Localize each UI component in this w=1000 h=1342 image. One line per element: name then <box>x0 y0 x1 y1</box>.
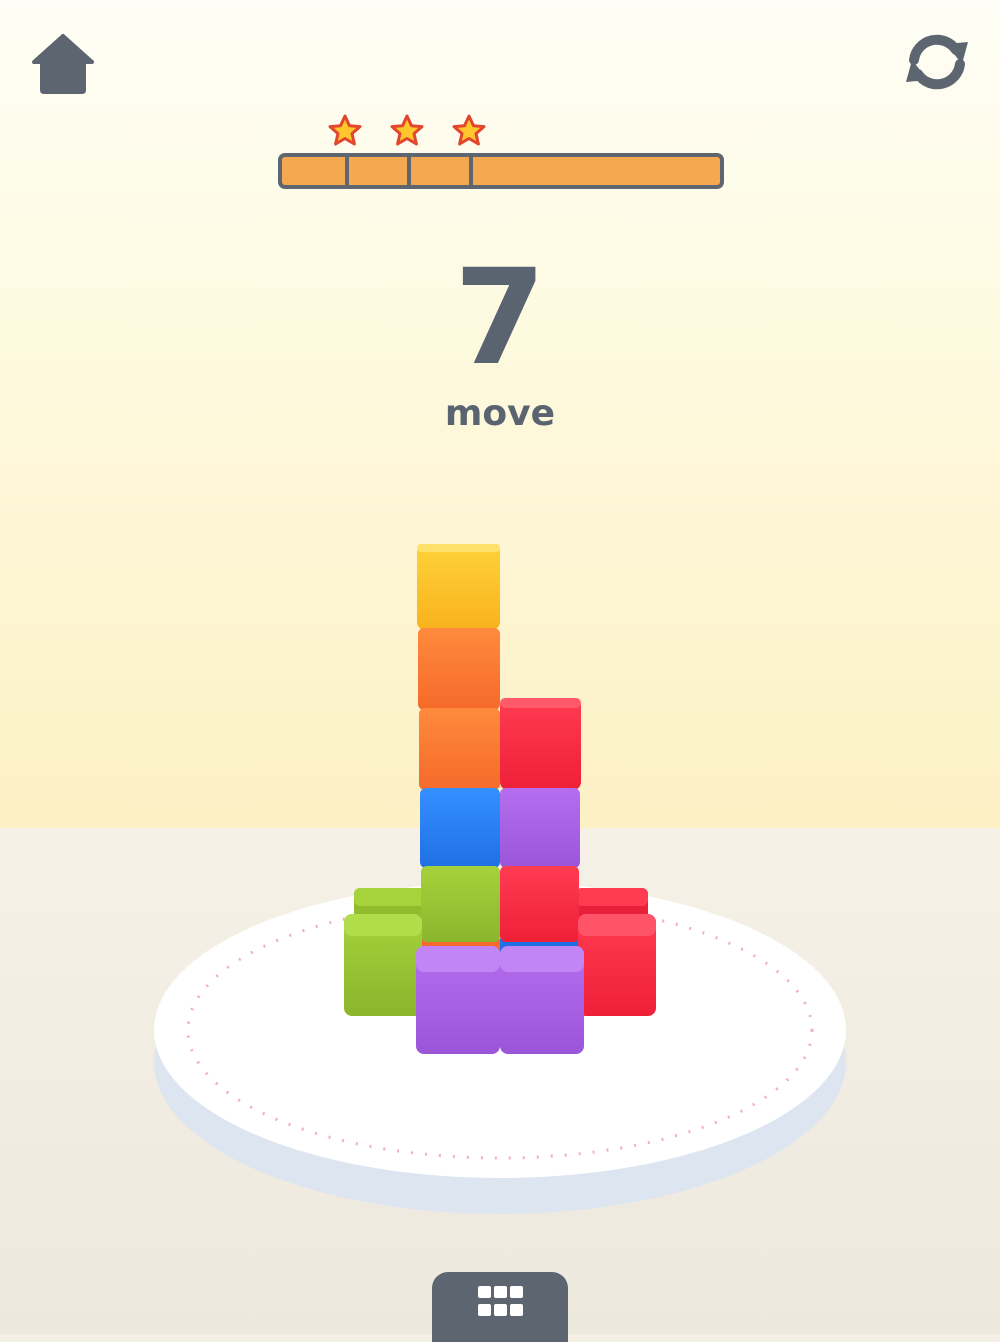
block-orange-upper[interactable] <box>418 628 500 710</box>
game-scene <box>154 544 846 1214</box>
block-green-front[interactable] <box>344 914 422 1016</box>
block-red-top[interactable] <box>500 698 581 790</box>
level-menu-button[interactable] <box>432 1272 568 1342</box>
block-red-middle[interactable] <box>500 866 579 942</box>
block-red-front[interactable] <box>578 914 656 1016</box>
block-orange-lower[interactable] <box>419 708 500 790</box>
block-green-middle[interactable] <box>421 866 500 942</box>
block-blue[interactable] <box>420 788 500 868</box>
block-purple-front-left[interactable] <box>416 946 500 1054</box>
block-purple-middle[interactable] <box>500 788 580 868</box>
block-yellow-top[interactable] <box>417 544 500 630</box>
block-purple-front-right[interactable] <box>500 946 584 1054</box>
